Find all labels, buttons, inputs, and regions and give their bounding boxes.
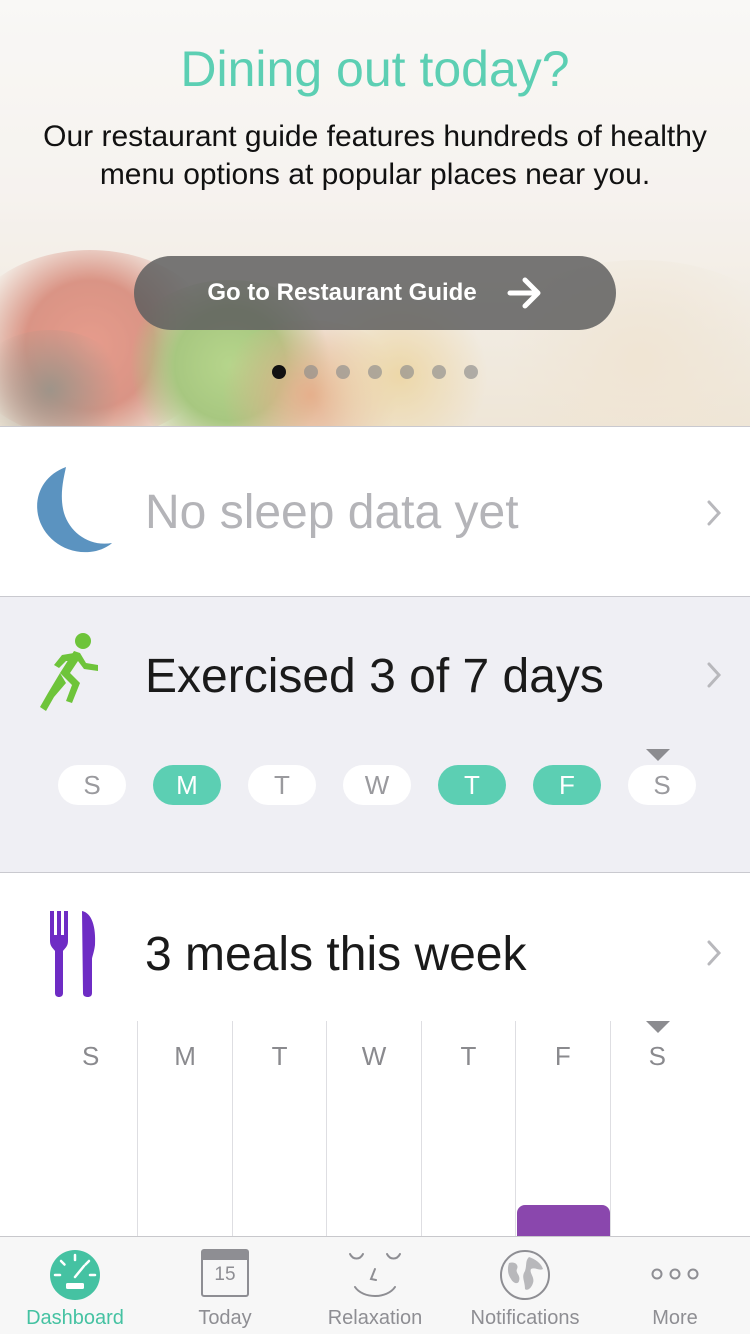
page-dot[interactable]	[336, 365, 350, 379]
tab-label: Notifications	[470, 1307, 580, 1329]
tab-relaxation[interactable]: Relaxation	[300, 1237, 450, 1334]
day-label: F	[554, 1041, 571, 1071]
day-pill[interactable]: S	[58, 765, 126, 805]
banner-description: Our restaurant guide features hundreds o…	[43, 120, 707, 191]
exercise-card[interactable]: Exercised 3 of 7 days S M T W T F S	[0, 596, 750, 872]
tab-label: More	[652, 1307, 698, 1329]
page-dot[interactable]	[400, 365, 414, 379]
meal-day-column[interactable]: S	[44, 1021, 139, 1237]
page-dot[interactable]	[464, 365, 478, 379]
chevron-right-icon	[707, 662, 722, 688]
sleep-card[interactable]: No sleep data yet	[0, 426, 750, 596]
meal-day-column[interactable]: T	[422, 1021, 517, 1237]
chevron-right-icon	[707, 940, 722, 966]
meal-day-column[interactable]: T	[233, 1021, 328, 1237]
page-dot[interactable]	[272, 365, 286, 379]
day-pill[interactable]: S	[628, 765, 696, 805]
meals-week-chart: S M T W T F S	[44, 1021, 704, 1237]
meal-day-column[interactable]: M	[138, 1021, 233, 1237]
day-label: M	[174, 1041, 196, 1071]
day-pill[interactable]: M	[153, 765, 221, 805]
page-dot[interactable]	[432, 365, 446, 379]
fork-knife-icon	[50, 911, 96, 997]
restaurant-guide-banner[interactable]: Dining out today? Our restaurant guide f…	[0, 0, 750, 426]
button-label: Go to Restaurant Guide	[207, 279, 477, 306]
relaxed-face-icon	[349, 1253, 401, 1297]
more-dots-icon	[651, 1268, 699, 1280]
calendar-date: 15	[214, 1264, 236, 1285]
page-dot[interactable]	[368, 365, 382, 379]
tab-bar: Dashboard 15 Today Relaxation Notificati…	[0, 1236, 750, 1334]
meal-day-column[interactable]: W	[327, 1021, 422, 1237]
today-marker-icon	[646, 749, 670, 761]
day-label: T	[460, 1041, 477, 1071]
day-label: S	[648, 1041, 666, 1071]
sleep-status-text: No sleep data yet	[145, 486, 519, 539]
exercise-week-days: S M T W T F S	[58, 765, 696, 805]
day-label: S	[82, 1041, 100, 1071]
calendar-icon: 15	[201, 1249, 249, 1297]
meal-day-column[interactable]: S	[611, 1021, 704, 1237]
runner-icon	[40, 633, 98, 711]
tab-today[interactable]: 15 Today	[150, 1237, 300, 1334]
arrow-right-icon	[507, 277, 541, 309]
day-pill[interactable]: W	[343, 765, 411, 805]
banner-title: Dining out today?	[180, 41, 570, 97]
meal-bar	[517, 1205, 610, 1237]
globe-icon	[500, 1250, 550, 1300]
page-dot[interactable]	[304, 365, 318, 379]
day-label: T	[271, 1041, 288, 1071]
tab-dashboard[interactable]: Dashboard	[0, 1237, 150, 1334]
day-pill[interactable]: T	[438, 765, 506, 805]
tab-label: Dashboard	[26, 1307, 124, 1329]
dashboard-gauge-icon	[50, 1250, 100, 1300]
meals-summary-text: 3 meals this week	[145, 928, 527, 981]
exercise-summary-text: Exercised 3 of 7 days	[145, 650, 604, 703]
tab-more[interactable]: More	[600, 1237, 750, 1334]
day-pill[interactable]: T	[248, 765, 316, 805]
day-label: W	[361, 1041, 387, 1071]
page-indicator[interactable]	[272, 365, 478, 379]
tab-notifications[interactable]: Notifications	[450, 1237, 600, 1334]
tab-label: Today	[198, 1307, 252, 1329]
meal-day-column[interactable]: F	[516, 1021, 611, 1237]
chevron-right-icon	[707, 500, 722, 526]
tab-label: Relaxation	[327, 1307, 423, 1329]
moon-icon	[37, 467, 112, 553]
go-to-restaurant-guide-button[interactable]: Go to Restaurant Guide	[134, 256, 616, 330]
day-pill[interactable]: F	[533, 765, 601, 805]
meals-card[interactable]: 3 meals this week S M T W T F S	[0, 872, 750, 1237]
